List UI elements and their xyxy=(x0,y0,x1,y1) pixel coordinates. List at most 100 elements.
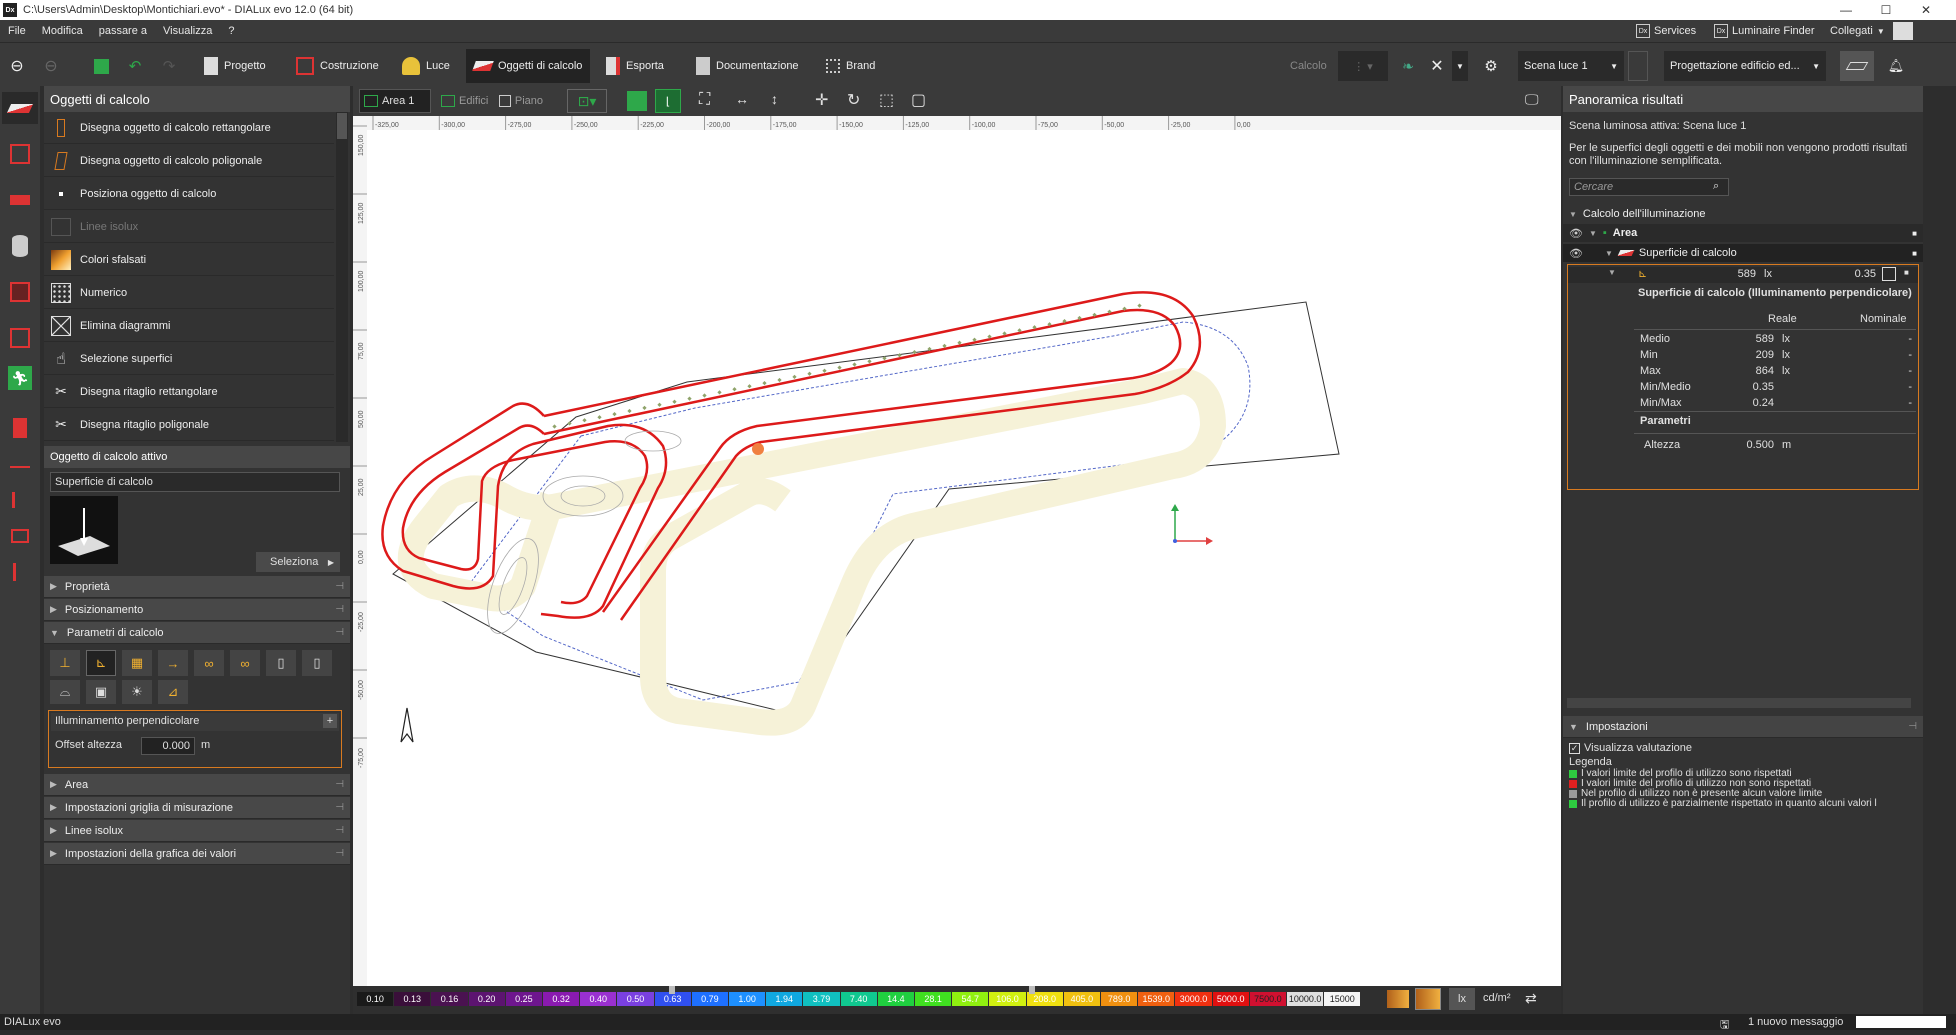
camera-icon[interactable]: ▣ xyxy=(86,680,116,704)
eye-icon[interactable]: 👁︎ xyxy=(1569,227,1583,240)
phone-icon[interactable]: ▯ xyxy=(266,650,296,676)
services-link[interactable]: Dx Services xyxy=(1636,20,1696,42)
menu-passare-a[interactable]: passare a xyxy=(91,25,155,37)
eye-icon[interactable]: 👁︎ xyxy=(1569,247,1583,260)
active-object-name[interactable]: Superficie di calcolo xyxy=(50,472,340,492)
document-icon[interactable]: ▯ xyxy=(302,650,332,676)
move-icon[interactable]: ✛ xyxy=(815,90,828,110)
perpendicular-selected-icon[interactable]: ⊾ xyxy=(86,650,116,676)
section-value-graphics[interactable]: ▶ Impostazioni della grafica dei valori ⊣ xyxy=(44,843,350,865)
pin-icon[interactable]: ⊣ xyxy=(335,802,344,813)
collegati-dropdown[interactable]: Collegati ▼ xyxy=(1830,20,1885,42)
pin-icon[interactable]: ⊣ xyxy=(1908,721,1917,732)
minimize-button[interactable]: — xyxy=(1826,0,1866,20)
section-proprieta[interactable]: ▶ Proprietà ⊣ xyxy=(44,576,350,598)
tab-brand[interactable]: Brand xyxy=(826,51,875,81)
monitor-icon[interactable]: 🖵︎ xyxy=(1525,91,1539,108)
tree-area-row[interactable]: 👁︎ ▼ ▪ Area ■ xyxy=(1563,224,1923,242)
fit-view-icon[interactable]: ⛶ xyxy=(699,91,710,109)
scene-edit-icon[interactable] xyxy=(1628,51,1648,81)
section-grid-settings[interactable]: ▶ Impostazioni griglia di misurazione ⊣ xyxy=(44,797,350,819)
glasses-outline-icon[interactable]: ∞ xyxy=(230,650,260,676)
view-tab-piano[interactable]: Piano xyxy=(495,89,543,113)
menu-visualizza[interactable]: Visualizza xyxy=(155,25,220,37)
close-button[interactable]: ✕ xyxy=(1906,0,1946,20)
view-tab-edifici[interactable]: Edifici xyxy=(437,89,491,113)
search-icon[interactable]: ⌕ xyxy=(1713,180,1719,193)
cancel-calc-icon[interactable]: ✕ xyxy=(1426,51,1448,81)
wall-calc-icon[interactable] xyxy=(4,322,36,354)
plan-canvas[interactable]: -325,00 -300,00 -275,00 -250,00 -225,00 -200,… xyxy=(353,116,1561,986)
cube-calc-icon[interactable] xyxy=(4,138,36,170)
uniformity-chart-icon[interactable] xyxy=(1882,267,1896,281)
show-eval-checkbox[interactable]: ✓ Visualizza valutazione xyxy=(1569,742,1692,754)
emergency-exit-icon[interactable]: 🏃︎ xyxy=(8,366,32,390)
rotate-icon[interactable]: ↻ xyxy=(847,90,860,110)
project-mode-select[interactable]: Progettazione edificio ed... ▼ xyxy=(1664,51,1826,81)
swap-icon[interactable]: ⇄ xyxy=(1525,990,1537,1007)
measure-horizontal-icon[interactable]: ↔ xyxy=(735,91,749,107)
scale-max-handle[interactable] xyxy=(1029,986,1035,994)
pin-icon[interactable]: ⊣ xyxy=(335,604,344,615)
unit-lx-button[interactable]: lx xyxy=(1449,988,1475,1010)
tab-oggetti-di-calcolo[interactable]: Oggetti di calcolo xyxy=(466,49,591,83)
tool-numeric[interactable]: Numerico xyxy=(44,277,334,309)
tool-cutout-rect[interactable]: ✂︎ Disegna ritaglio rettangolare xyxy=(44,376,334,408)
leaf-icon[interactable]: ❧ xyxy=(1398,51,1418,81)
checkbox-checked-icon[interactable]: ✓ xyxy=(1569,742,1580,754)
summary-row[interactable]: ▼ ⊾ 589 lx 0.35 ■ xyxy=(1568,267,1918,283)
perpendicular-illuminance-icon[interactable]: ⊥ xyxy=(50,650,80,676)
tree-surface-row[interactable]: 👁︎ ▼ Superficie di calcolo ■ xyxy=(1563,244,1923,262)
tab-documentazione[interactable]: Documentazione xyxy=(696,51,799,81)
undo-icon[interactable]: ↶ xyxy=(124,51,146,81)
tool-isolux[interactable]: Linee isolux xyxy=(44,211,334,243)
results-scrollbar[interactable] xyxy=(1567,698,1911,708)
line-calc-icon[interactable] xyxy=(4,484,36,516)
green-box-icon[interactable] xyxy=(627,91,647,111)
frame-calc-icon[interactable] xyxy=(4,520,36,552)
tool-false-colors[interactable]: Colori sfalsati xyxy=(44,244,334,276)
tool-draw-polygon[interactable]: Disegna oggetto di calcolo poligonale xyxy=(44,145,334,177)
user-avatar-icon[interactable] xyxy=(1893,22,1913,40)
glasses-icon[interactable]: ∞ xyxy=(194,650,224,676)
tab-esporta[interactable]: Esporta xyxy=(606,51,664,81)
menu-file[interactable]: File xyxy=(0,25,34,37)
section-isolux[interactable]: ▶ Linee isolux ⊣ xyxy=(44,820,350,842)
gradient-mode-active-icon[interactable] xyxy=(1415,988,1441,1010)
room-calc-icon[interactable] xyxy=(4,276,36,308)
chevron-down-icon[interactable]: ▼ xyxy=(1452,51,1468,81)
menu-help[interactable]: ? xyxy=(220,25,242,37)
tool-cutout-polygon[interactable]: ✂︎ Disegna ritaglio poligonale xyxy=(44,409,334,441)
search-input[interactable]: Cercare xyxy=(1569,178,1729,196)
calcolo-dropdown[interactable]: ⋮ ▾ xyxy=(1338,51,1388,81)
section-parametri-calcolo[interactable]: ▼ Parametri di calcolo ⊣ xyxy=(44,622,350,644)
pin-icon[interactable]: ⊣ xyxy=(335,779,344,790)
section-posizionamento[interactable]: ▶ Posizionamento ⊣ xyxy=(44,599,350,621)
stair-calc-icon[interactable] xyxy=(4,556,36,588)
tree-calc-root[interactable]: ▼ Calcolo dell'illuminazione xyxy=(1569,208,1705,220)
plus-icon[interactable]: + xyxy=(323,714,337,728)
save-icon[interactable] xyxy=(90,51,112,81)
maximize-button[interactable]: ☐ xyxy=(1866,0,1906,20)
select-button[interactable]: Seleziona ▶ xyxy=(256,552,340,572)
bell-icon[interactable]: 🔔︎ xyxy=(1886,51,1906,81)
table-calc-icon[interactable] xyxy=(4,184,36,216)
tool-draw-rect[interactable]: Disegna oggetto di calcolo rettangolare xyxy=(44,112,334,144)
view-mode-icon[interactable] xyxy=(1840,51,1874,81)
luminaire-finder-link[interactable]: Dx Luminaire Finder xyxy=(1714,20,1815,42)
section-area[interactable]: ▶ Area ⊣ xyxy=(44,774,350,796)
pin-icon[interactable]: ⊣ xyxy=(335,825,344,836)
pin-icon[interactable]: ⊣ xyxy=(335,848,344,859)
scale-min-handle[interactable] xyxy=(669,986,675,994)
tab-luce[interactable]: Luce xyxy=(402,51,450,81)
tools-scrollbar[interactable] xyxy=(336,112,348,442)
redo-icon[interactable]: ↷ xyxy=(158,51,180,81)
semicylinder-icon[interactable]: ⌓ xyxy=(50,680,80,704)
view-tab-area[interactable]: Area 1 xyxy=(359,89,431,113)
tab-costruzione[interactable]: Costruzione xyxy=(296,51,379,81)
tab-progetto[interactable]: Progetto xyxy=(204,51,266,81)
forward-icon[interactable]: ⊖ xyxy=(40,51,62,81)
gradient-mode-icon[interactable] xyxy=(1387,990,1409,1008)
offset-input[interactable]: 0.000 xyxy=(141,737,195,755)
view-selector-icon[interactable]: ⊡▾ xyxy=(567,89,607,113)
